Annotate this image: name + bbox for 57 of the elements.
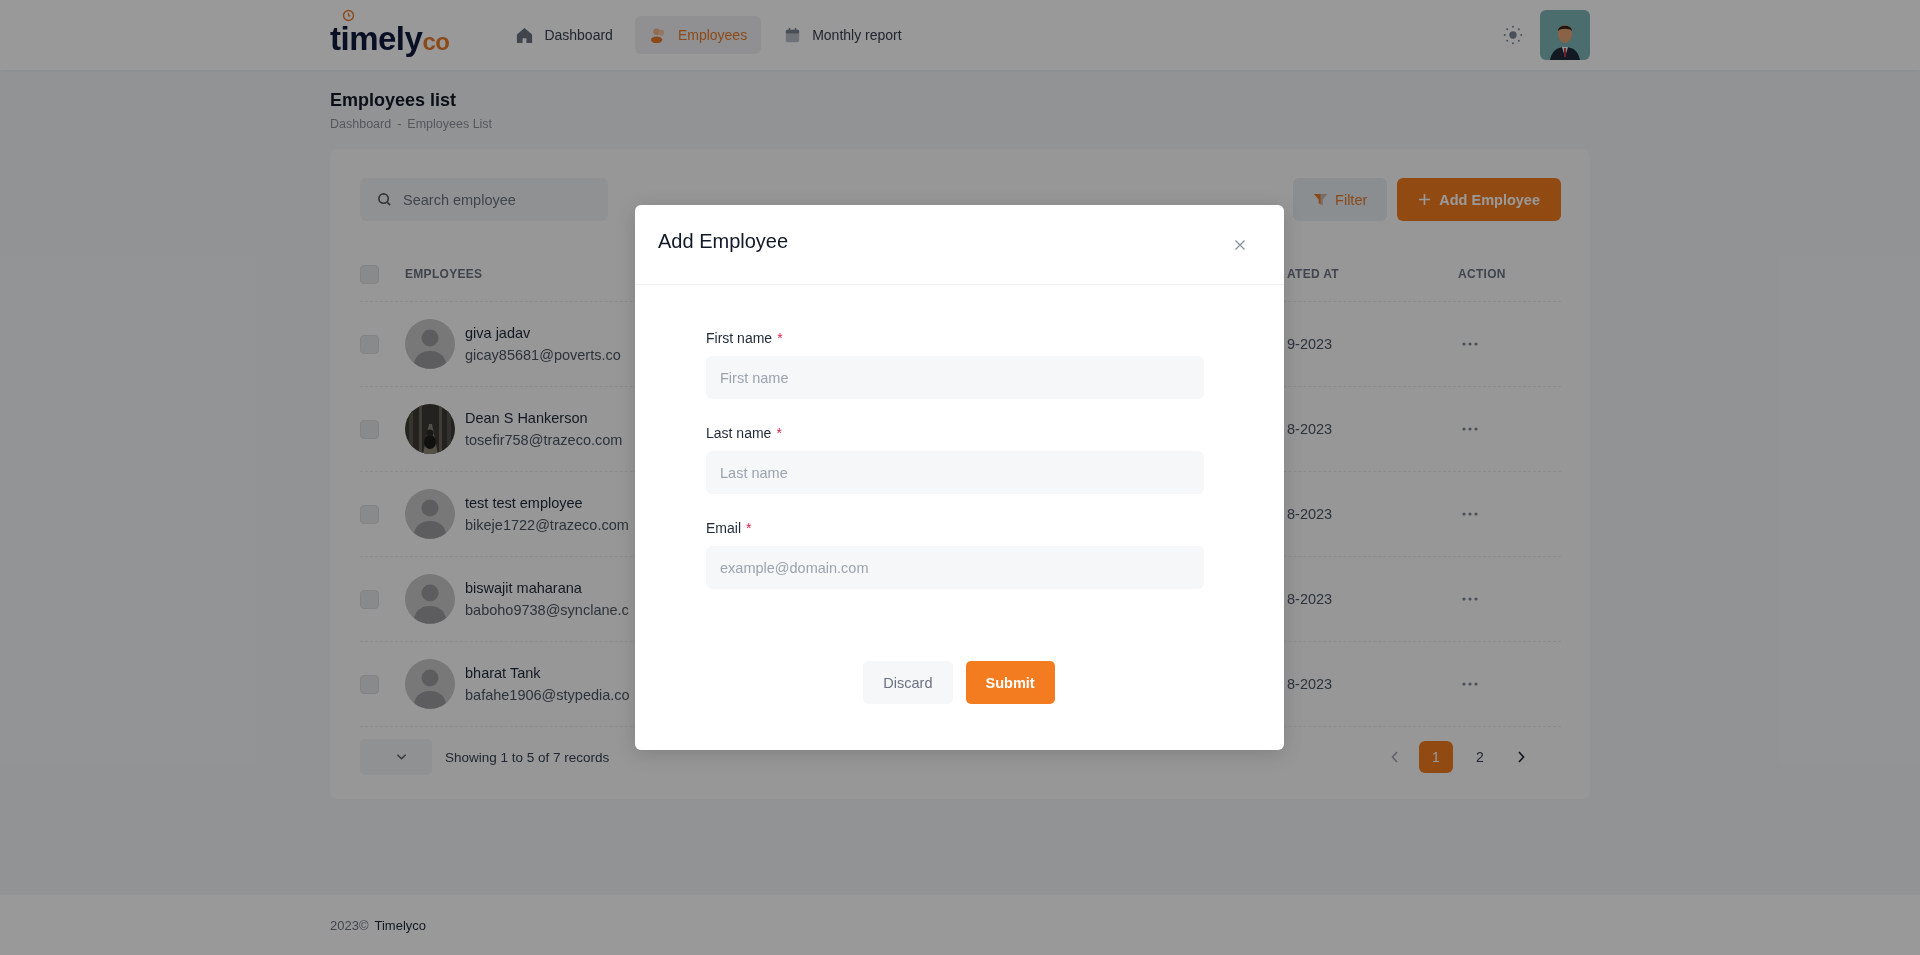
copyright-year: 2023©	[330, 917, 369, 933]
column-header: EMPLOYEES	[405, 267, 484, 281]
search-field[interactable]: Search employee	[360, 178, 608, 221]
close-icon[interactable]	[1234, 238, 1246, 251]
column-header: ATED AT	[1286, 267, 1340, 281]
field-label: Last name	[706, 425, 772, 441]
plus-icon	[1418, 193, 1432, 206]
required-mark: *	[776, 425, 782, 441]
employee-name[interactable]: bharat Tank	[465, 665, 630, 681]
employee-name[interactable]: giva jadav	[465, 325, 621, 341]
created-date: 8-2023	[1286, 591, 1334, 607]
more-icon[interactable]	[1462, 512, 1478, 516]
employee-email: baboho9738@synclane.c	[465, 602, 629, 618]
search-icon	[377, 192, 392, 207]
employee-email: bafahe1906@stypedia.co	[465, 687, 630, 703]
more-icon[interactable]	[1462, 597, 1478, 601]
user-avatar-icon	[405, 574, 455, 624]
home-icon	[515, 25, 535, 45]
theme-toggle-icon[interactable]	[1502, 24, 1524, 46]
funnel-icon	[1313, 192, 1329, 207]
created-date: 8-2023	[1286, 506, 1334, 522]
employee-name[interactable]: biswajit maharana	[465, 580, 629, 596]
nav-tab[interactable]: Monthly report	[769, 16, 916, 54]
page-title: Employees list	[330, 90, 458, 111]
input-field[interactable]: example@domain.com	[706, 546, 1204, 589]
discard-button[interactable]: Discard	[863, 661, 953, 704]
chevron-down-icon	[395, 753, 407, 761]
created-date: 8-2023	[1286, 676, 1334, 692]
user-avatar[interactable]	[1540, 10, 1590, 60]
required-mark: *	[777, 330, 783, 346]
required-mark: *	[746, 520, 752, 536]
employee-email: bikeje1722@trazeco.com	[465, 517, 629, 533]
page-button[interactable]: 2	[1463, 741, 1497, 773]
employee-name[interactable]: test test employee	[465, 495, 629, 511]
field-label: Email	[706, 520, 741, 536]
more-icon[interactable]	[1462, 427, 1478, 431]
input-field[interactable]: First name	[706, 356, 1204, 399]
dialog-title: Add Employee	[658, 230, 789, 253]
input-field[interactable]: Last name	[706, 451, 1204, 494]
records-summary: Showing 1 to 5 of 7 records	[445, 749, 610, 765]
nav-tab[interactable]: Dashboard	[501, 16, 627, 54]
breadcrumb-current: Employees List	[407, 117, 493, 131]
created-date: 8-2023	[1286, 421, 1334, 437]
more-icon[interactable]	[1462, 682, 1478, 686]
user-avatar-icon	[405, 489, 455, 539]
employee-email: gicay85681@poverts.co	[465, 347, 621, 363]
more-icon[interactable]	[1462, 342, 1478, 346]
created-date: 9-2023	[1286, 336, 1334, 352]
field-label: First name	[706, 330, 773, 346]
column-header: ACTION	[1457, 267, 1507, 281]
breadcrumb-separator: -	[397, 117, 402, 131]
footer-link[interactable]: Timelyco	[374, 917, 427, 933]
logo[interactable]: timelyco	[330, 8, 450, 58]
user-avatar-icon	[405, 319, 455, 369]
employee-name[interactable]: Dean S Hankerson	[465, 410, 623, 426]
user-avatar-icon	[405, 659, 455, 709]
employee-email: tosefir758@trazeco.com	[465, 432, 623, 448]
